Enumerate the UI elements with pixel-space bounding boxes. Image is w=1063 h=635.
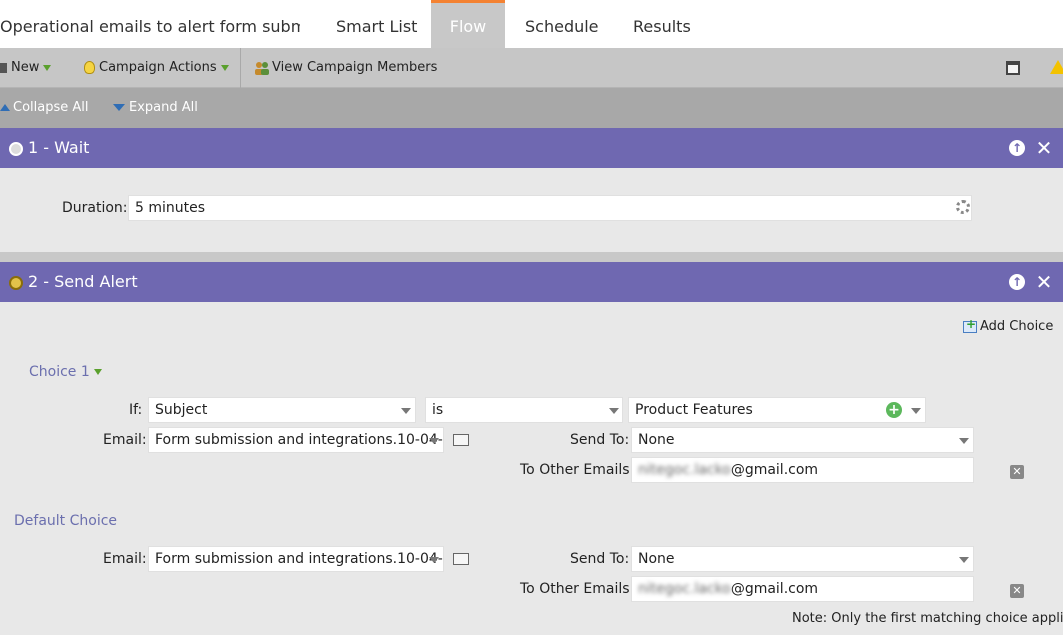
delete-default-choice-icon[interactable]: ✕ [1010, 584, 1024, 598]
campaign-actions-button[interactable]: Campaign Actions [84, 48, 229, 88]
value-select[interactable]: Product Features + [628, 397, 926, 423]
people-icon [255, 61, 269, 75]
send-to-label: Send To: [570, 551, 630, 567]
collapse-expand-bar: Collapse All Expand All [0, 88, 1063, 128]
chevron-down-icon [959, 438, 969, 444]
tab-results[interactable]: Results [633, 0, 691, 48]
lightbulb-icon [84, 61, 95, 74]
email-value: Form submission and integrations.10-04- [155, 432, 443, 448]
add-choice-button[interactable]: Add Choice [963, 317, 1054, 334]
chevron-down-icon [429, 557, 439, 563]
warning-icon[interactable] [1050, 60, 1063, 74]
step-header-wait[interactable]: 1 - Wait ↑ ✕ [0, 128, 1063, 168]
collapse-all-button[interactable]: Collapse All [0, 88, 89, 128]
other-emails-label: To Other Emails: [520, 581, 635, 597]
if-attribute-select[interactable]: Subject [148, 397, 416, 423]
chevron-down-icon [429, 438, 439, 444]
tab-flow[interactable]: Flow [431, 0, 505, 48]
new-button[interactable]: New [0, 48, 52, 88]
step-title: 2 - Send Alert [28, 272, 138, 291]
chevron-down-icon [911, 408, 921, 414]
campaign-title-tab[interactable]: Operational emails to alert form subm... [0, 0, 300, 48]
email-label: Email: [103, 432, 147, 448]
if-label: If: [129, 402, 143, 418]
choice-1-heading[interactable]: Choice 1 [29, 364, 102, 380]
other-emails-domain: @gmail.com [730, 462, 819, 478]
expand-all-button[interactable]: Expand All [113, 88, 198, 128]
default-send-to-select[interactable]: None [631, 546, 974, 572]
move-up-icon[interactable]: ↑ [1009, 140, 1025, 156]
operator-value: is [432, 402, 444, 418]
chevron-down-icon [401, 408, 411, 414]
duration-field[interactable]: 5 minutes [128, 195, 972, 221]
toolbar: New Campaign Actions View Campaign Membe… [0, 48, 1063, 88]
window-icon[interactable] [1006, 61, 1020, 75]
close-icon[interactable]: ✕ [1035, 135, 1053, 161]
alert-icon [9, 276, 23, 290]
duration-label: Duration: [62, 200, 128, 216]
toolbar-divider [240, 48, 241, 88]
other-emails-domain: @gmail.com [730, 581, 819, 597]
expand-icon [113, 104, 125, 111]
email-label: Email: [103, 551, 147, 567]
chevron-down-icon [609, 408, 619, 414]
document-icon [0, 62, 7, 73]
collapse-icon [0, 104, 10, 111]
step-title: 1 - Wait [28, 138, 90, 157]
default-other-emails-field[interactable]: nitegoc.lacko@gmail.com [631, 576, 974, 602]
email-select[interactable]: Form submission and integrations.10-04- [148, 427, 444, 453]
clock-icon [9, 142, 23, 156]
operator-select[interactable]: is [425, 397, 623, 423]
new-label: New [11, 60, 40, 75]
choice-1-label: Choice 1 [29, 364, 90, 380]
send-to-value: None [638, 551, 675, 567]
gear-icon[interactable] [956, 200, 970, 214]
other-emails-obscured: nitegoc.lacko [638, 581, 731, 597]
send-to-label: Send To: [570, 432, 630, 448]
chevron-down-icon [959, 557, 969, 563]
send-to-select[interactable]: None [631, 427, 974, 453]
tab-bar: Operational emails to alert form subm...… [0, 0, 1063, 48]
add-choice-icon [963, 317, 977, 333]
first-match-note: Note: Only the first matching choice app… [792, 611, 1063, 626]
default-choice-heading[interactable]: Default Choice [14, 513, 117, 529]
campaign-actions-label: Campaign Actions [99, 60, 217, 75]
step-header-send-alert[interactable]: 2 - Send Alert ↑ ✕ [0, 262, 1063, 302]
send-to-value: None [638, 432, 675, 448]
view-campaign-members-button[interactable]: View Campaign Members [254, 48, 437, 88]
preview-email-icon[interactable] [453, 553, 469, 565]
tab-smart-list[interactable]: Smart List [336, 0, 417, 48]
dropdown-arrow-icon [43, 64, 52, 71]
collapse-all-label: Collapse All [13, 100, 89, 115]
value-text: Product Features [635, 402, 753, 418]
close-icon[interactable]: ✕ [1035, 269, 1053, 295]
other-emails-field[interactable]: nitegoc.lacko@gmail.com [631, 457, 974, 483]
other-emails-obscured: nitegoc.lacko [638, 462, 731, 478]
delete-choice-icon[interactable]: ✕ [1010, 465, 1024, 479]
add-choice-label: Add Choice [980, 319, 1054, 334]
preview-email-icon[interactable] [453, 434, 469, 446]
default-email-select[interactable]: Form submission and integrations.10-04- [148, 546, 444, 572]
move-up-icon[interactable]: ↑ [1009, 274, 1025, 290]
other-emails-label: To Other Emails: [520, 462, 635, 478]
view-members-label: View Campaign Members [272, 60, 438, 75]
step-divider [0, 252, 1063, 262]
add-value-icon[interactable]: + [886, 402, 902, 418]
email-value: Form submission and integrations.10-04- [155, 551, 443, 567]
expand-all-label: Expand All [129, 100, 198, 115]
if-attribute-value: Subject [155, 402, 208, 418]
tab-schedule[interactable]: Schedule [525, 0, 599, 48]
dropdown-arrow-icon [93, 369, 102, 375]
dropdown-arrow-icon [220, 64, 229, 71]
